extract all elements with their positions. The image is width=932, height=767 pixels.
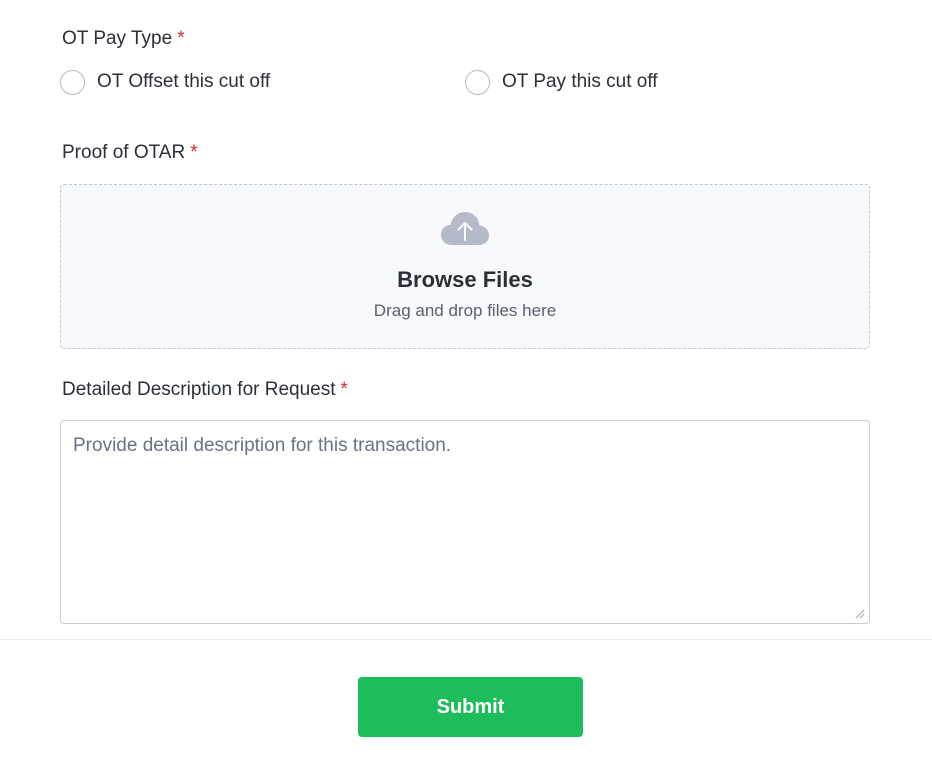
radio-ot-offset-label: OT Offset this cut off — [97, 71, 271, 92]
divider — [0, 639, 932, 640]
ot-pay-type-label-text: OT Pay Type — [62, 28, 173, 49]
drag-drop-hint: Drag and drop files here — [373, 301, 557, 320]
radio-ot-pay[interactable]: OT Pay this cut off — [465, 69, 658, 95]
description-textarea[interactable] — [60, 420, 870, 624]
proof-label-text: Proof of OTAR — [62, 142, 186, 163]
description-label-text: Detailed Description for Request — [62, 379, 336, 400]
radio-circle[interactable] — [465, 69, 490, 95]
required-mark: * — [340, 379, 348, 400]
radio-ot-pay-label: OT Pay this cut off — [502, 71, 658, 92]
file-dropzone[interactable]: Browse Files Drag and drop files here — [60, 184, 870, 349]
radio-circle[interactable] — [60, 69, 85, 95]
ot-pay-type-label: OT Pay Type * — [62, 28, 185, 50]
request-form: OT Pay Type * OT Offset this cut off OT P… — [0, 0, 932, 767]
required-mark: * — [190, 142, 198, 163]
proof-label: Proof of OTAR * — [62, 142, 198, 164]
browse-files-title[interactable]: Browse Files — [61, 267, 869, 293]
resize-grip-icon[interactable] — [853, 607, 865, 619]
cloud-upload-icon — [441, 212, 489, 245]
description-label: Detailed Description for Request * — [62, 379, 348, 401]
required-mark: * — [177, 28, 185, 49]
submit-button[interactable]: Submit — [358, 677, 583, 737]
radio-ot-offset[interactable]: OT Offset this cut off — [60, 69, 270, 95]
